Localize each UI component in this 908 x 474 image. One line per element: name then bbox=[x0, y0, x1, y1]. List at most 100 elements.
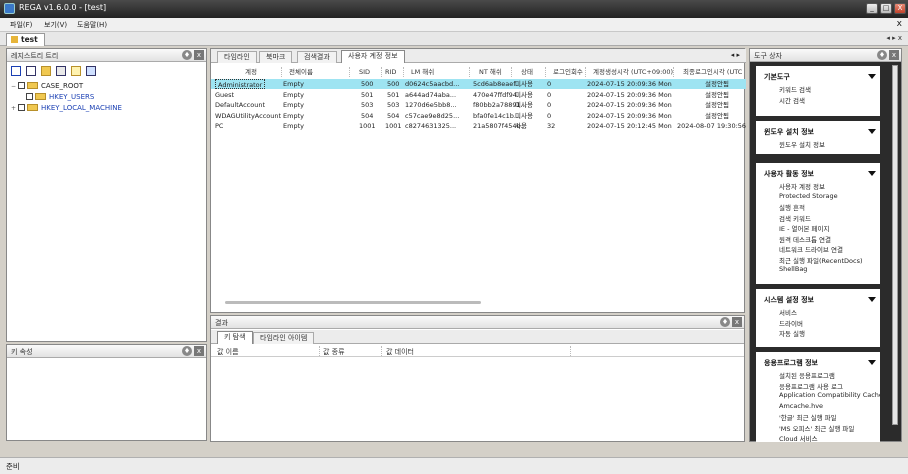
tab-timeline[interactable]: 타임라인 bbox=[217, 51, 257, 63]
table-cell: 0 bbox=[547, 80, 552, 88]
node-checkbox[interactable] bbox=[26, 93, 33, 100]
column-header[interactable]: 로그인회수 bbox=[553, 67, 583, 77]
tool-item[interactable]: '한글' 최근 실행 파일 bbox=[779, 412, 837, 422]
menu-view[interactable]: 보기(V) bbox=[44, 20, 67, 30]
tree-node-hkey-users[interactable]: HKEY_USERS bbox=[19, 93, 94, 101]
tab-scroll-nav[interactable]: ◂ ▸ bbox=[731, 51, 740, 59]
column-header[interactable]: 최종로그인시각 (UTC bbox=[683, 67, 742, 77]
tool-item[interactable]: 'MS 오피스' 최근 실행 파일 bbox=[779, 423, 854, 433]
minimize-button[interactable]: _ bbox=[866, 3, 878, 14]
document-tab[interactable]: test bbox=[6, 33, 45, 46]
tool-item[interactable]: 네트워크 드라이브 연결 bbox=[779, 244, 843, 254]
tab-timeline-item[interactable]: 타임라인 아이템 bbox=[253, 332, 315, 344]
close-button[interactable]: X bbox=[894, 3, 906, 14]
user-account-panel: 타임라인 북마크 검색결과 사용자 계정 정보 ◂ ▸ 계정 전체이름 SID RID… bbox=[210, 48, 746, 313]
table-row[interactable]: Administrator Empty 500 500 d0624c5aacbd... 5… bbox=[211, 79, 746, 89]
column-header[interactable]: 계정생성시각 (UTC+09:00) bbox=[593, 67, 673, 77]
collapse-arrow-icon[interactable] bbox=[868, 360, 876, 365]
expand-icon[interactable]: + bbox=[11, 105, 17, 112]
tab-bookmark[interactable]: 북마크 bbox=[259, 51, 293, 63]
tool-item[interactable]: Application Compatibility Cache bbox=[779, 391, 880, 399]
folder-icon bbox=[35, 93, 46, 100]
value-grid-header: 값 이름 값 종류 값 데이터 bbox=[211, 346, 744, 357]
collapse-arrow-icon[interactable] bbox=[868, 171, 876, 176]
table-row[interactable]: DefaultAccount Empty 503 503 1270d6e5bb8... f… bbox=[211, 100, 746, 110]
panel-close-icon[interactable]: x bbox=[889, 50, 899, 60]
maximize-button[interactable]: □ bbox=[880, 3, 892, 14]
tool-group-title[interactable]: 기본도구 bbox=[764, 72, 790, 82]
tool-item[interactable]: 드라이버 bbox=[779, 318, 803, 328]
panel-close-icon[interactable]: x bbox=[194, 50, 204, 60]
tool-item[interactable]: 응용프로그램 사용 로그 bbox=[779, 381, 843, 391]
tool-group: 응용프로그램 정보설치된 응용프로그램 응용프로그램 사용 로그 Applicati… bbox=[756, 352, 880, 442]
node-checkbox[interactable] bbox=[18, 104, 25, 111]
collapse-icon[interactable]: − bbox=[11, 83, 17, 90]
copy-icon[interactable] bbox=[56, 66, 66, 76]
tool-group-title[interactable]: 응용프로그램 정보 bbox=[764, 358, 818, 368]
note-icon[interactable] bbox=[71, 66, 81, 76]
column-header[interactable]: 전체이름 bbox=[289, 67, 313, 77]
pin-icon[interactable]: ♦ bbox=[720, 317, 730, 327]
tool-item[interactable]: Amcache.hve bbox=[779, 402, 823, 410]
pin-icon[interactable]: ♦ bbox=[877, 50, 887, 60]
column-divider bbox=[511, 67, 512, 77]
tool-group-title[interactable]: 시스템 설정 정보 bbox=[764, 295, 814, 305]
pin-icon[interactable]: ♦ bbox=[182, 50, 192, 60]
column-header[interactable]: 계정 bbox=[245, 67, 257, 77]
menu-file[interactable]: 파일(F) bbox=[10, 20, 32, 30]
pin-icon[interactable]: ♦ bbox=[182, 346, 192, 356]
node-checkbox[interactable] bbox=[18, 82, 25, 89]
tool-group-title[interactable]: 윈도우 설치 정보 bbox=[764, 127, 814, 137]
tool-item[interactable]: 서비스 bbox=[779, 307, 797, 317]
toolbox-scrollbar[interactable] bbox=[892, 65, 898, 425]
column-header[interactable]: NT 해쉬 bbox=[479, 67, 502, 77]
tool-group: 윈도우 설치 정보 윈도우 설치 정보 bbox=[756, 121, 880, 154]
tool-item[interactable]: 자동 실행 bbox=[779, 328, 805, 338]
table-row[interactable]: PC Empty 1001 1001 c8274631325... 21a5807f454… bbox=[211, 121, 746, 131]
col-value-data[interactable]: 값 데이터 bbox=[386, 347, 414, 357]
key-properties-panel: 키 속성 ♦ x bbox=[6, 344, 207, 441]
horizontal-scrollbar[interactable] bbox=[225, 301, 481, 304]
mdi-close-icon[interactable]: x bbox=[897, 19, 902, 29]
tab-search-results[interactable]: 검색결과 bbox=[297, 51, 337, 63]
column-header[interactable]: RID bbox=[385, 67, 396, 77]
column-header[interactable]: 상태 bbox=[521, 67, 533, 77]
tree-node-case-root[interactable]: − CASE_ROOT bbox=[11, 82, 83, 90]
column-header[interactable]: SID bbox=[359, 67, 370, 77]
table-row[interactable]: WDAGUtilityAccount Empty 504 504 c57cae9e8d2… bbox=[211, 111, 746, 121]
tool-item[interactable]: 실행 흔적 bbox=[779, 202, 805, 212]
collapse-arrow-icon[interactable] bbox=[868, 129, 876, 134]
col-value-type[interactable]: 값 종류 bbox=[323, 347, 345, 357]
tool-group-title[interactable]: 사용자 활동 정보 bbox=[764, 169, 814, 179]
col-value-name[interactable]: 값 이름 bbox=[217, 347, 239, 357]
tool-item[interactable]: 키워드 검색 bbox=[779, 84, 811, 94]
calendar-icon[interactable] bbox=[86, 66, 96, 76]
tool-item[interactable]: 최근 실행 파일(RecentDocs) bbox=[779, 255, 863, 265]
column-header[interactable]: LM 해쉬 bbox=[411, 67, 434, 77]
table-cell: 1270d6e5bb8... bbox=[405, 101, 457, 109]
document-tab-nav[interactable]: ◂ ▸ x bbox=[886, 34, 902, 42]
collapse-arrow-icon[interactable] bbox=[868, 297, 876, 302]
tool-item[interactable]: 윈도우 설치 정보 bbox=[779, 139, 825, 149]
tab-user-accounts[interactable]: 사용자 계정 정보 bbox=[341, 50, 405, 63]
tool-item[interactable]: 사용자 계정 정보 bbox=[779, 181, 825, 191]
collapse-arrow-icon[interactable] bbox=[868, 74, 876, 79]
tool-item[interactable]: 검색 키워드 bbox=[779, 213, 811, 223]
column-divider bbox=[381, 346, 382, 356]
uncheck-all-icon[interactable] bbox=[26, 66, 36, 76]
table-row[interactable]: Guest Empty 501 501 a644ad74aba... 470e47ffdf… bbox=[211, 90, 746, 100]
tool-item[interactable]: IE - 열어본 페이지 bbox=[779, 223, 829, 233]
tool-item[interactable]: Cloud 서비스 bbox=[779, 433, 818, 442]
tool-item[interactable]: Protected Storage bbox=[779, 192, 838, 200]
panel-close-icon[interactable]: x bbox=[194, 346, 204, 356]
open-folder-icon[interactable] bbox=[41, 66, 51, 76]
tree-node-hkey-local-machine[interactable]: + HKEY_LOCAL_MACHINE bbox=[11, 104, 122, 112]
tool-item[interactable]: 시간 검색 bbox=[779, 95, 805, 105]
panel-close-icon[interactable]: x bbox=[732, 317, 742, 327]
tab-key-explore[interactable]: 키 탐색 bbox=[217, 331, 253, 344]
menu-help[interactable]: 도움말(H) bbox=[77, 20, 107, 30]
check-all-icon[interactable] bbox=[11, 66, 21, 76]
tool-item[interactable]: 원격 데스크톱 연결 bbox=[779, 234, 831, 244]
tool-item[interactable]: 설치된 응용프로그램 bbox=[779, 370, 835, 380]
tool-item[interactable]: ShellBag bbox=[779, 265, 807, 273]
